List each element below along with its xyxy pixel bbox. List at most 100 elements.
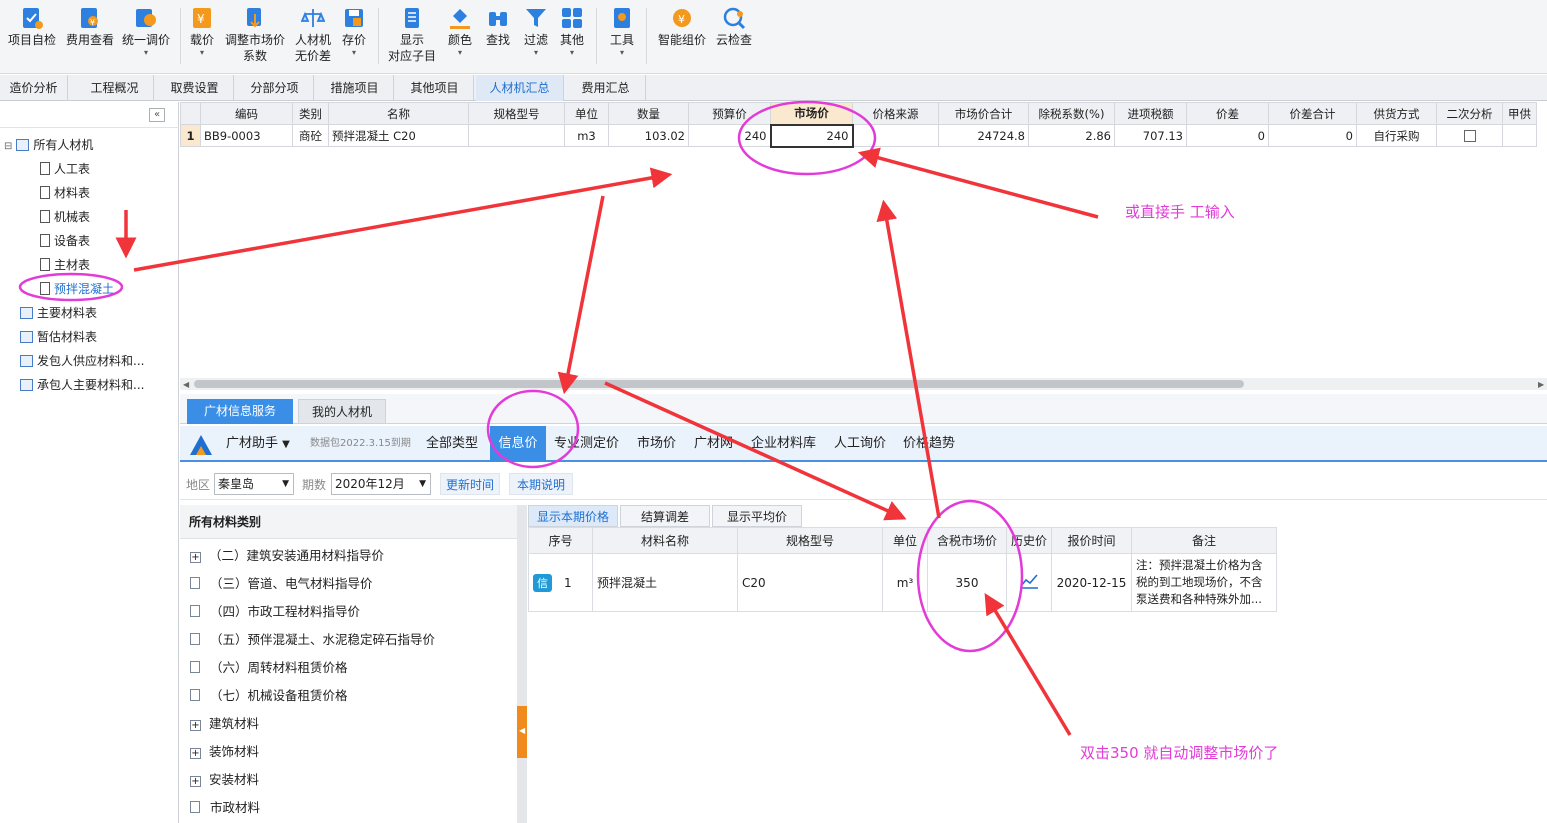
tab-measures[interactable]: 措施项目	[316, 75, 394, 101]
tool-button[interactable]: 工具 ▾	[606, 4, 638, 58]
col-quote-date[interactable]: 报价时间	[1051, 527, 1132, 554]
cell-budget-price[interactable]: 240	[688, 124, 771, 147]
cell-code[interactable]: BB9-0003	[200, 124, 293, 147]
tab-cost-analysis[interactable]: 造价分析	[0, 75, 68, 101]
table-row[interactable]: 1 BB9-0003 商砼 预拌混凝土 C20 m3 103.02 240 24…	[180, 123, 1537, 148]
tab-gcw-service[interactable]: 广材信息服务	[187, 399, 293, 424]
tree-item-estimated-materials[interactable]: 暂估材料表	[20, 329, 97, 345]
subtab-settlement-diff[interactable]: 结算调差	[620, 505, 710, 527]
cell-market-total[interactable]: 24724.8	[938, 124, 1029, 147]
tree-item-labor[interactable]: 人工表	[40, 161, 90, 177]
secondary-analysis-checkbox[interactable]	[1463, 130, 1476, 142]
nav-professional-price[interactable]: 专业测定价	[554, 426, 619, 462]
col-qty[interactable]: 数量	[608, 102, 689, 125]
find-button[interactable]: 查找	[482, 4, 514, 48]
tree-item-machine[interactable]: 机械表	[40, 209, 90, 225]
load-price-button[interactable]: ¥ 载价 ▾	[186, 4, 218, 58]
col-secondary-analysis[interactable]: 二次分析	[1436, 102, 1503, 125]
cell-price-diff[interactable]: 0	[1186, 124, 1269, 147]
unify-adjust-price-button[interactable]: 统一调价 ▾	[120, 4, 172, 58]
cell-qty[interactable]: 103.02	[608, 124, 689, 147]
cell-note[interactable]: 注：预拌混凝土价格为含税的到工地现场价，不含泵送费和各种特殊外加...	[1131, 553, 1277, 612]
subtab-average-price[interactable]: 显示平均价	[712, 505, 802, 527]
nav-all-types[interactable]: 全部类型	[426, 426, 478, 462]
cost-view-button[interactable]: ¥ 费用查看	[64, 4, 116, 48]
col-price-diff-total[interactable]: 价差合计	[1268, 102, 1357, 125]
category-item[interactable]: （六）周转材料租赁价格	[190, 657, 348, 676]
category-item[interactable]: 市政材料	[190, 797, 260, 816]
nav-price-trend[interactable]: 价格趋势	[903, 426, 955, 462]
col-supply[interactable]: 供货方式	[1356, 102, 1437, 125]
col-type[interactable]: 类别	[292, 102, 329, 125]
category-item[interactable]: + 安装材料	[190, 769, 259, 788]
period-note-button[interactable]: 本期说明	[509, 473, 573, 495]
cell-tax-market-price[interactable]: 350	[927, 553, 1007, 612]
col-spec[interactable]: 规格型号	[737, 527, 883, 554]
scroll-left-icon[interactable]: ◀	[183, 380, 189, 389]
tree-item-ready-mix-concrete[interactable]: 预拌混凝土	[40, 281, 114, 297]
cell-price-source[interactable]	[852, 124, 939, 147]
cell-unit[interactable]: m³	[882, 553, 928, 612]
category-item[interactable]: （四）市政工程材料指导价	[190, 601, 360, 620]
tree-item-contractor-materials[interactable]: 承包人主要材料和...	[20, 377, 144, 393]
tree-item-main-material[interactable]: 主材表	[40, 257, 90, 273]
market-coef-button[interactable]: 调整市场价 系数	[222, 4, 288, 64]
cell-market-price[interactable]: 240	[769, 123, 854, 148]
history-chart-icon[interactable]	[1006, 553, 1052, 612]
category-item[interactable]: + 装饰材料	[190, 741, 259, 760]
period-select[interactable]: 2020年12月 ▼	[331, 473, 431, 495]
scrollbar-thumb[interactable]	[194, 380, 1244, 388]
category-item[interactable]: （五）预伴混凝土、水泥稳定碎石指导价	[190, 629, 435, 648]
tree-item-equipment[interactable]: 设备表	[40, 233, 90, 249]
color-button[interactable]: 颜色 ▾	[444, 4, 476, 58]
tab-fee-setting[interactable]: 取费设置	[156, 75, 234, 101]
cell-supply[interactable]: 自行采购	[1356, 124, 1437, 147]
cell-spec[interactable]	[468, 124, 565, 147]
tab-labor-material-summary[interactable]: 人材机汇总	[476, 75, 564, 101]
other-button[interactable]: 其他 ▾	[556, 4, 588, 58]
tab-project-overview[interactable]: 工程概况	[76, 75, 154, 101]
cloud-check-button[interactable]: 云检查	[712, 4, 756, 48]
col-tax-market-price[interactable]: 含税市场价	[927, 527, 1007, 554]
update-time-button[interactable]: 更新时间	[440, 473, 500, 495]
tree-item-material[interactable]: 材料表	[40, 185, 90, 201]
col-seq[interactable]: 序号	[528, 527, 593, 554]
cell-name[interactable]: 预拌混凝土 C20	[328, 124, 469, 147]
col-spec[interactable]: 规格型号	[468, 102, 565, 125]
category-item[interactable]: + （二）建筑安装通用材料指导价	[190, 545, 384, 564]
splitter-grip[interactable]: ◀	[517, 706, 527, 758]
category-item[interactable]: （七）机械设备租赁价格	[190, 685, 348, 704]
tab-fee-summary[interactable]: 费用汇总	[566, 75, 646, 101]
col-budget-price[interactable]: 预算价	[688, 102, 771, 125]
col-history-price[interactable]: 历史价	[1006, 527, 1052, 554]
category-item[interactable]: + 建筑材料	[190, 713, 259, 732]
col-tax-coef[interactable]: 除税系数(%)	[1028, 102, 1115, 125]
cell-input-tax[interactable]: 707.13	[1114, 124, 1187, 147]
category-item[interactable]: （三）管道、电气材料指导价	[190, 573, 373, 592]
assistant-dropdown[interactable]: 广材助手 ▼	[226, 426, 290, 462]
col-name[interactable]: 名称	[328, 102, 469, 125]
nav-market-price[interactable]: 市场价	[637, 426, 676, 462]
col-price-source[interactable]: 价格来源	[852, 102, 939, 125]
col-owner-supply[interactable]: 甲供	[1502, 102, 1537, 125]
show-sub-items-button[interactable]: 显示 对应子目	[384, 4, 440, 64]
cell-price-diff-total[interactable]: 0	[1268, 124, 1357, 147]
tree-item-key-materials[interactable]: 主要材料表	[20, 305, 97, 321]
tab-other-items[interactable]: 其他项目	[396, 75, 474, 101]
region-select[interactable]: 秦皇岛 ▼	[214, 473, 294, 495]
scroll-right-icon[interactable]: ▶	[1538, 380, 1544, 389]
tab-my-materials[interactable]: 我的人材机	[298, 399, 386, 424]
col-market-price[interactable]: 市场价	[770, 102, 853, 125]
tab-sections[interactable]: 分部分项	[236, 75, 314, 101]
col-input-tax[interactable]: 进项税额	[1114, 102, 1187, 125]
cell-material-name[interactable]: 预拌混凝土	[592, 553, 738, 612]
nav-labor-inquiry[interactable]: 人工询价	[834, 426, 886, 462]
col-price-diff[interactable]: 价差	[1186, 102, 1269, 125]
cell-spec[interactable]: C20	[737, 553, 883, 612]
cell-type[interactable]: 商砼	[292, 124, 329, 147]
tree-root[interactable]: ⊟ 所有人材机	[4, 137, 93, 155]
tree-item-owner-supplied[interactable]: 发包人供应材料和...	[20, 353, 144, 369]
project-check-button[interactable]: 项目自检	[6, 4, 58, 48]
save-price-button[interactable]: 存价 ▾	[338, 4, 370, 58]
col-unit[interactable]: 单位	[564, 102, 609, 125]
